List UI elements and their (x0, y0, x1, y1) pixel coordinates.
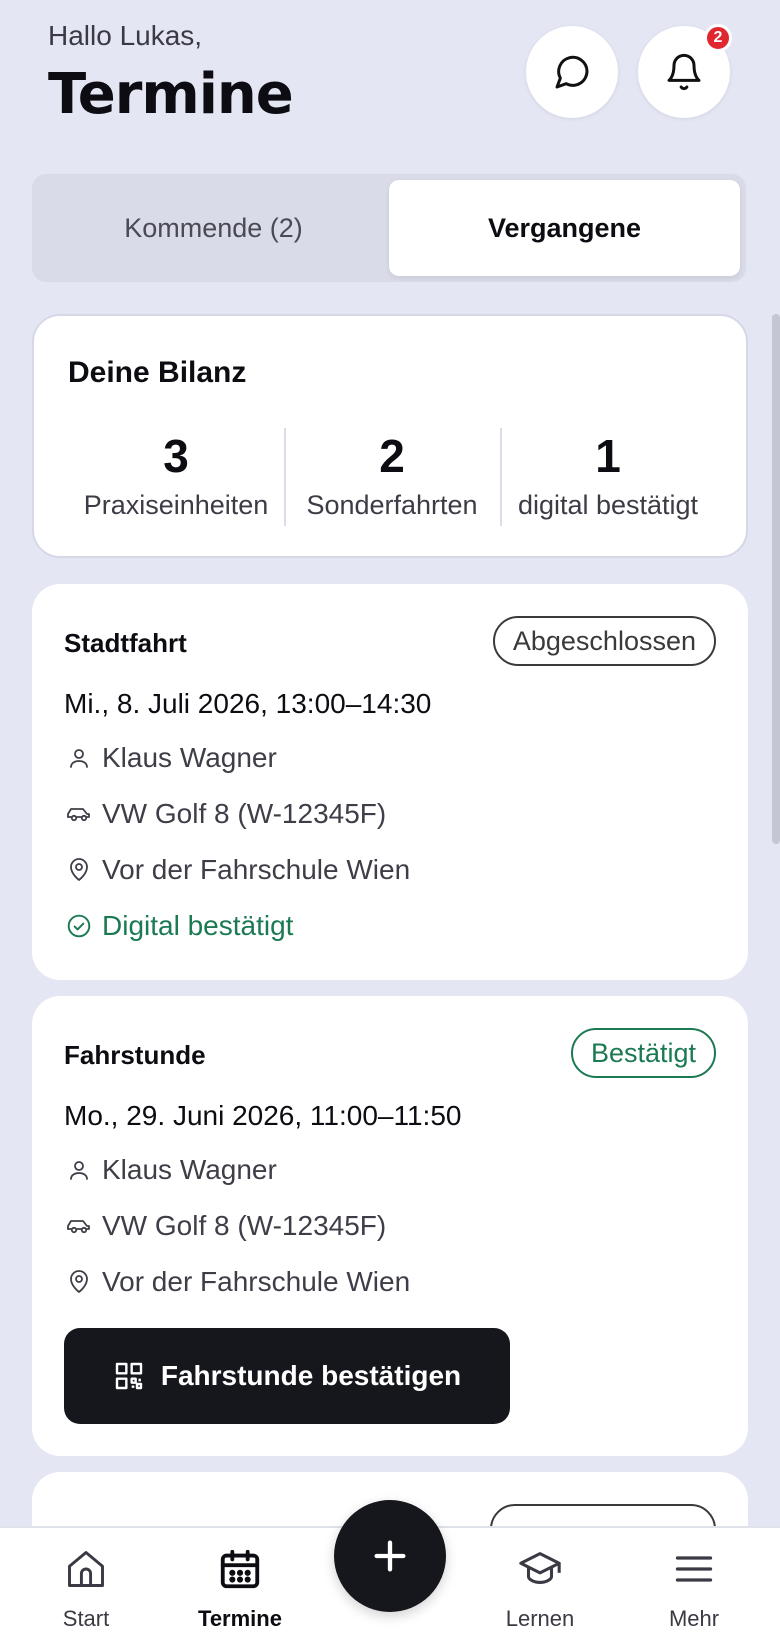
menu-icon (634, 1542, 754, 1596)
appointment-date: Mo., 29. Juni 2026, 11:00–11:50 (64, 1100, 462, 1131)
location-text: Vor der Fahrschule Wien (102, 854, 411, 885)
nav-item-termine[interactable]: Termine (180, 1542, 300, 1632)
qr-code-icon (113, 1360, 145, 1392)
car-icon (64, 1211, 94, 1241)
stat-value: 1 (595, 430, 621, 482)
stat-label: Sonderfahrten (306, 490, 478, 520)
nav-label: Mehr (668, 1606, 720, 1631)
calendar-icon (180, 1542, 300, 1596)
chat-icon (552, 52, 592, 92)
stat-practice-units: 3 Praxiseinheiten (68, 428, 284, 526)
scrollbar[interactable] (772, 314, 780, 844)
location-row: Vor der Fahrschule Wien (64, 1266, 410, 1298)
plus-icon (370, 1536, 410, 1576)
nav-item-mehr[interactable]: Mehr (634, 1542, 754, 1632)
vehicle-name: VW Golf 8 (W-12345F) (102, 798, 387, 829)
balance-stats: 3 Praxiseinheiten 2 Sonderfahrten 1 digi… (68, 428, 716, 526)
nav-item-lernen[interactable]: Lernen (480, 1542, 600, 1632)
stat-label: Praxiseinheiten (83, 490, 269, 520)
confirmation-row: Digital bestätigt (64, 910, 293, 942)
tab-upcoming[interactable]: Kommende (2) (38, 180, 389, 276)
appointment-card[interactable]: Fahrstunde Bestätigt Mo., 29. Juni 2026,… (32, 996, 748, 1456)
status-badge: Bestätigt (570, 1028, 716, 1078)
location-pin-icon (64, 1267, 94, 1297)
notification-count-badge: 2 (704, 24, 732, 52)
person-icon (64, 743, 94, 773)
add-appointment-button[interactable] (334, 1500, 446, 1612)
instructor-name: Klaus Wagner (102, 742, 277, 773)
car-icon (64, 799, 94, 829)
vehicle-row: VW Golf 8 (W-12345F) (64, 1210, 386, 1242)
confirm-lesson-label: Fahrstunde bestätigen (160, 1360, 462, 1391)
location-pin-icon (64, 855, 94, 885)
confirmation-text: Digital bestätigt (102, 910, 294, 941)
appointment-tabs: Kommende (2) Vergangene (32, 174, 746, 282)
instructor-row: Klaus Wagner (64, 1154, 277, 1186)
appointment-type: Fahrstunde (64, 1040, 206, 1070)
bell-icon (664, 52, 704, 92)
tab-past[interactable]: Vergangene (389, 180, 740, 276)
person-icon (64, 1155, 94, 1185)
appointment-card[interactable]: Stadtfahrt Abgeschlossen Mi., 8. Juli 20… (32, 584, 748, 980)
graduation-cap-icon (480, 1542, 600, 1596)
confirm-lesson-button[interactable]: Fahrstunde bestätigen (64, 1328, 510, 1424)
stat-digitally-confirmed: 1 digital bestätigt (500, 428, 716, 526)
vehicle-row: VW Golf 8 (W-12345F) (64, 798, 386, 830)
stat-special-drives: 2 Sonderfahrten (284, 428, 500, 526)
appointment-date: Mi., 8. Juli 2026, 13:00–14:30 (64, 688, 432, 719)
location-text: Vor der Fahrschule Wien (102, 1266, 411, 1297)
nav-label: Termine (198, 1606, 282, 1631)
nav-item-start[interactable]: Start (26, 1542, 146, 1632)
instructor-row: Klaus Wagner (64, 742, 277, 774)
appointment-type: Stadtfahrt (64, 628, 187, 658)
stat-label: digital bestätigt (517, 490, 699, 520)
stat-value: 3 (163, 430, 189, 482)
status-badge: Abgeschlossen (492, 616, 716, 666)
balance-title: Deine Bilanz (68, 356, 247, 389)
check-circle-icon (64, 911, 94, 941)
balance-card: Deine Bilanz 3 Praxiseinheiten 2 Sonderf… (32, 314, 748, 558)
stat-value: 2 (379, 430, 405, 482)
nav-label: Lernen (505, 1606, 575, 1631)
page-title: Termine (48, 62, 294, 127)
vehicle-name: VW Golf 8 (W-12345F) (102, 1210, 387, 1241)
greeting-text: Hallo Lukas, (48, 20, 203, 51)
notifications-button[interactable]: 2 (638, 24, 732, 118)
chat-button[interactable] (526, 26, 618, 118)
home-icon (26, 1542, 146, 1596)
nav-label: Start (62, 1606, 110, 1631)
instructor-name: Klaus Wagner (102, 1154, 277, 1185)
location-row: Vor der Fahrschule Wien (64, 854, 410, 886)
